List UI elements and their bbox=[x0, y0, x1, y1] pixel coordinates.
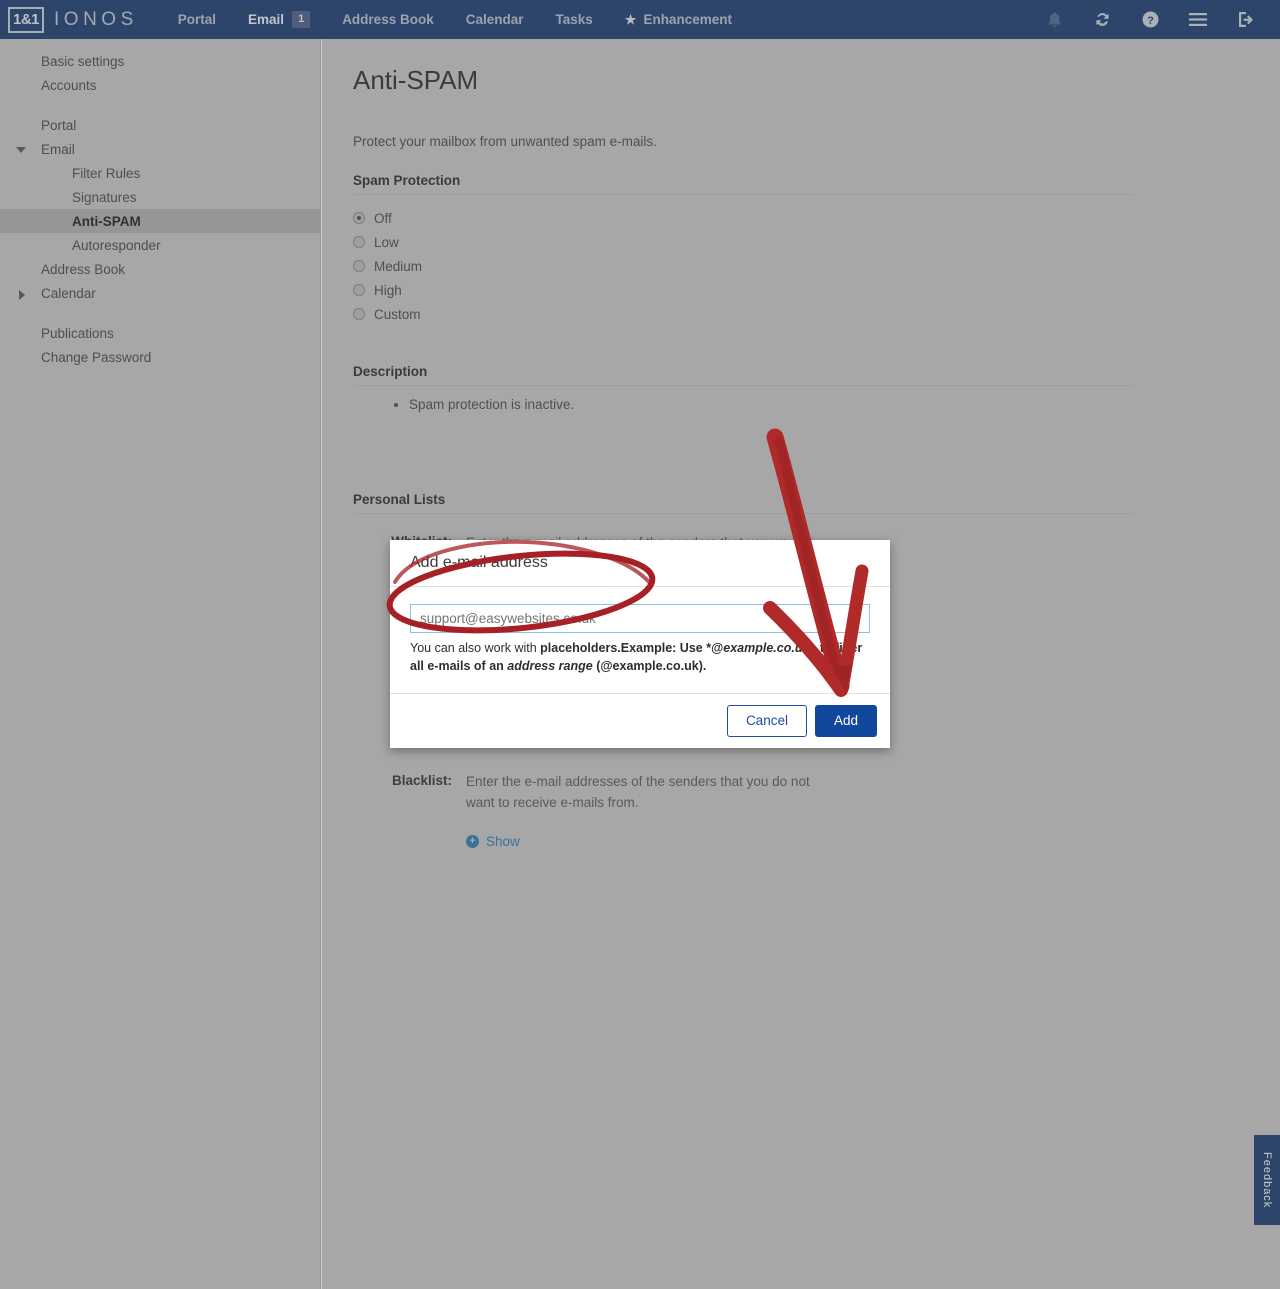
cancel-button[interactable]: Cancel bbox=[726, 704, 807, 737]
email-input-field[interactable] bbox=[410, 604, 870, 633]
hint-italic-1: example.co.uk bbox=[723, 641, 810, 655]
hint-plain: You can also work with bbox=[410, 641, 541, 655]
dialog-title: Add e-mail address bbox=[410, 554, 548, 571]
hint-italic-2: address range bbox=[507, 659, 593, 674]
hint-bold-1: placeholders.Example: Use *@ bbox=[540, 641, 724, 655]
dialog-hint-text: You can also work with placeholders.Exam… bbox=[410, 639, 878, 675]
add-email-address-dialog: Add e-mail address You can also work wit… bbox=[390, 540, 890, 748]
dialog-footer: Cancel Add bbox=[390, 692, 890, 748]
hint-bold-3: (@example.co.uk). bbox=[592, 659, 707, 674]
dialog-body: You can also work with placeholders.Exam… bbox=[390, 586, 890, 675]
add-button[interactable]: Add bbox=[814, 704, 877, 737]
